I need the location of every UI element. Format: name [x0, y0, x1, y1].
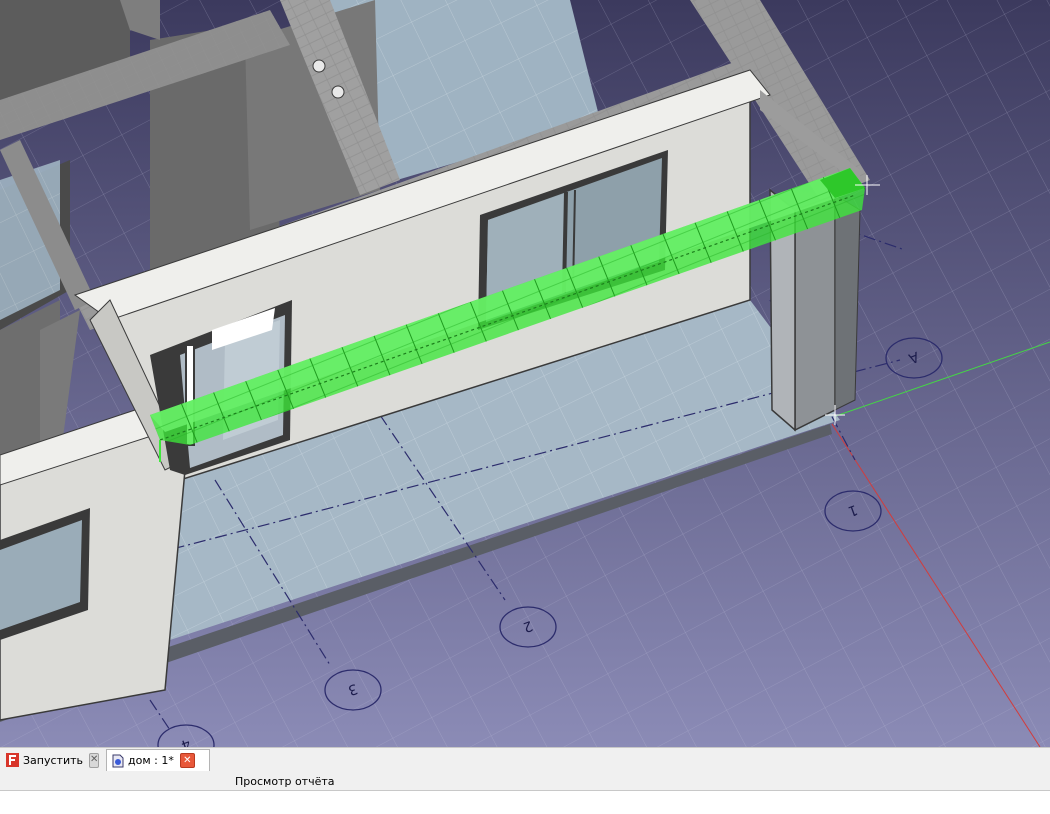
- report-view-panel: Просмотр отчёта: [0, 771, 1050, 791]
- tab-document[interactable]: дом : 1* ✕: [106, 749, 210, 771]
- marker-dot: [331, 85, 345, 99]
- freecad-logo-icon: [6, 753, 19, 767]
- close-icon[interactable]: ✕: [89, 752, 100, 768]
- document-tab-bar: Запустить ✕ дом : 1* ✕: [0, 747, 1050, 772]
- document-icon: [111, 754, 124, 768]
- tab-document-label: дом : 1*: [128, 754, 174, 767]
- tab-start[interactable]: Запустить ✕: [2, 749, 100, 771]
- marker-dot: [312, 59, 326, 73]
- close-icon[interactable]: ✕: [179, 753, 195, 768]
- report-view-title: Просмотр отчёта: [235, 775, 335, 788]
- tab-start-label: Запустить: [23, 753, 83, 767]
- 3d-viewport[interactable]: A 1 2 3 4: [0, 0, 1050, 747]
